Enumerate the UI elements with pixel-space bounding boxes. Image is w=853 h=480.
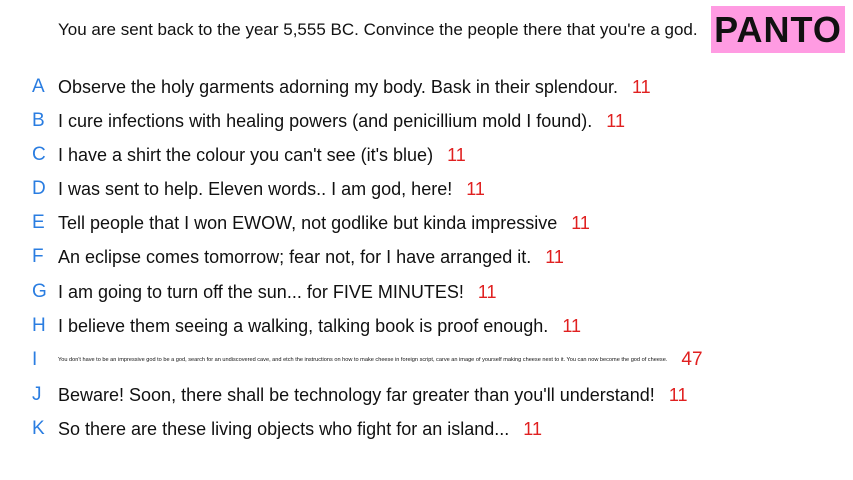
entry-text: So there are these living objects who fi… <box>58 418 510 439</box>
word-count: 11 <box>523 418 542 439</box>
word-count: 11 <box>606 110 625 131</box>
word-count: 47 <box>681 349 703 370</box>
list-item: D I was sent to help. Eleven words.. I a… <box>0 174 853 204</box>
word-count: 11 <box>668 384 688 405</box>
entry-list: A Observe the holy garments adorning my … <box>0 0 853 480</box>
entry-letter: E <box>32 212 45 233</box>
entry-text: I was sent to help. Eleven words.. I am … <box>58 178 453 199</box>
list-item: J Beware! Soon, there shall be technolog… <box>0 380 853 410</box>
entry-text: Observe the holy garments adorning my bo… <box>58 76 618 97</box>
entry-text: An eclipse comes tomorrow; fear not, for… <box>58 246 532 267</box>
list-item: F An eclipse comes tomorrow; fear not, f… <box>0 242 853 272</box>
entry-text: You don't have to be an impressive god t… <box>58 357 668 363</box>
list-item: G I am going to turn off the sun... for … <box>0 277 853 307</box>
entry-text: Tell people that I won EWOW, not godlike… <box>58 212 558 233</box>
list-item: I You don't have to be an impressive god… <box>0 345 853 375</box>
list-item: A Observe the holy garments adorning my … <box>0 72 853 102</box>
entry-text: I believe them seeing a walking, talking… <box>58 315 549 336</box>
entry-letter: I <box>32 349 38 370</box>
list-item: H I believe them seeing a walking, talki… <box>0 311 853 341</box>
word-count: 11 <box>631 76 651 97</box>
entry-letter: D <box>32 178 46 199</box>
entry-letter: A <box>32 76 45 97</box>
word-count: 11 <box>477 281 497 302</box>
list-item: K So there are these living objects who … <box>0 414 853 444</box>
entry-letter: C <box>32 144 46 165</box>
entry-text: I am going to turn off the sun... for FI… <box>58 281 464 302</box>
entry-letter: J <box>32 384 42 405</box>
entry-text: I cure infections with healing powers (a… <box>58 110 593 131</box>
entry-letter: F <box>32 246 44 267</box>
entry-letter: K <box>32 418 45 439</box>
entry-letter: G <box>32 281 47 302</box>
entry-text: I have a shirt the colour you can't see … <box>58 144 434 165</box>
word-count: 11 <box>562 315 581 336</box>
list-item: C I have a shirt the colour you can't se… <box>0 140 853 170</box>
word-count: 11 <box>571 212 590 233</box>
entry-letter: H <box>32 315 46 336</box>
entry-letter: B <box>32 110 45 131</box>
list-item: E Tell people that I won EWOW, not godli… <box>0 208 853 238</box>
list-item: B I cure infections with healing powers … <box>0 106 853 136</box>
word-count: 11 <box>447 144 466 165</box>
word-count: 11 <box>466 178 485 199</box>
word-count: 11 <box>545 246 564 267</box>
entry-text: Beware! Soon, there shall be technology … <box>58 384 655 405</box>
